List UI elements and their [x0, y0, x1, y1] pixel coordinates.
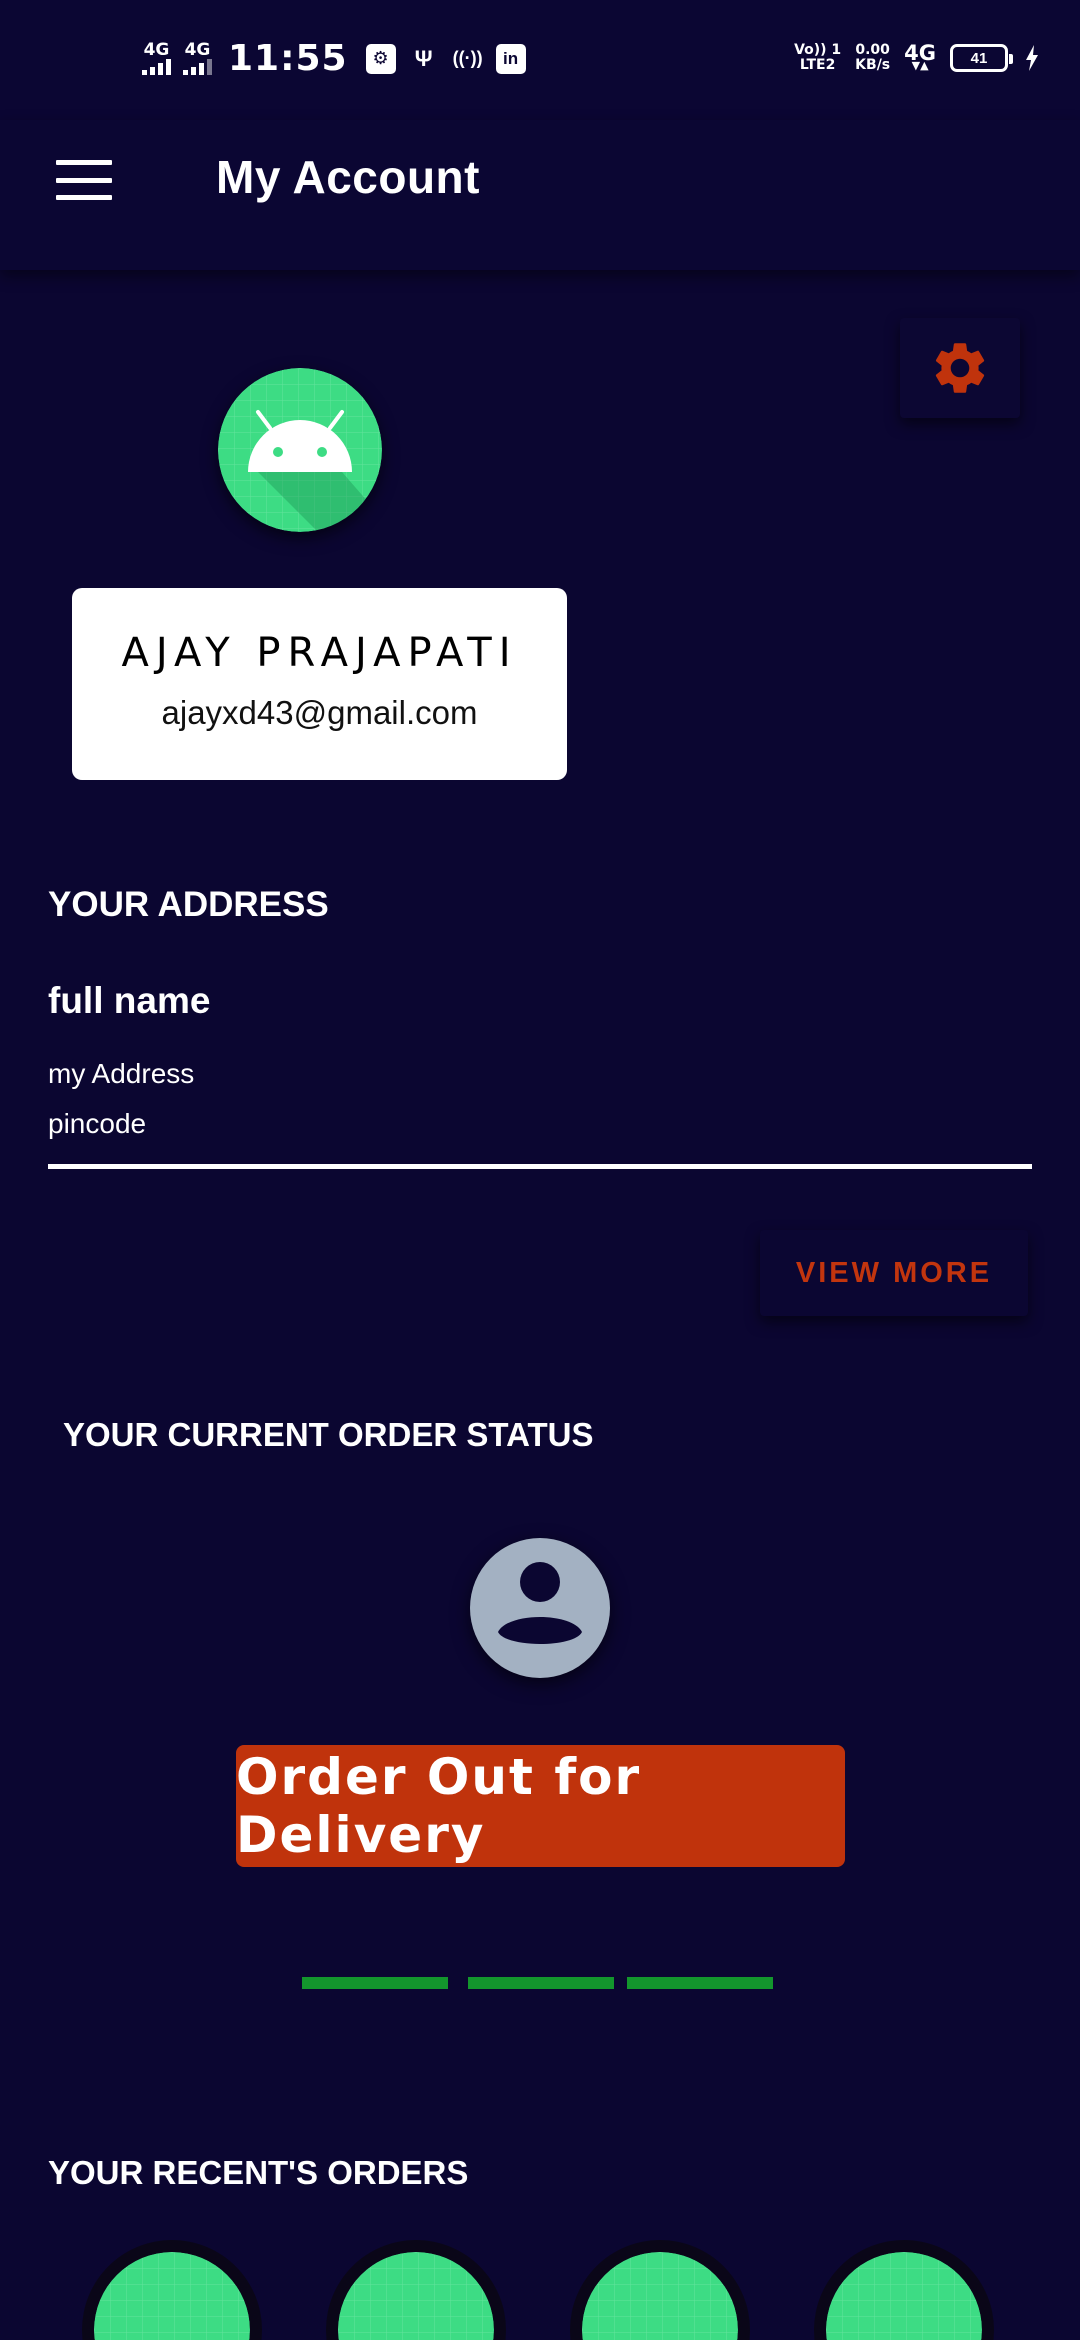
- android-product-icon: [826, 2252, 982, 2340]
- status-bar-left: 4G 4G 11:55 ⚙ Ψ ((·)) in: [142, 38, 526, 79]
- status-bar-right: Vo)) 1 LTE2 0.00 KB/s 4G ▼▲ 41: [794, 42, 1042, 74]
- hotspot-icon: ((·)): [452, 48, 483, 68]
- settings-button[interactable]: [900, 318, 1020, 418]
- charging-icon: [1022, 42, 1042, 74]
- recent-order-item[interactable]: [82, 2240, 262, 2340]
- person-icon: [474, 1542, 606, 1674]
- progress-step-3: [627, 1977, 773, 1989]
- address-line: my Address: [48, 1058, 195, 1089]
- battery-level: 41: [970, 49, 988, 67]
- progress-step-2: [468, 1977, 614, 1989]
- network-type-2: 4G: [184, 40, 211, 60]
- page-title: My Account: [216, 151, 480, 203]
- progress-step-1: [302, 1977, 448, 1989]
- android-product-icon: [338, 2252, 494, 2340]
- network-signal-1: 4G: [142, 42, 171, 75]
- volte-indicator: Vo)) 1 LTE2: [794, 42, 842, 73]
- network-type-1: 4G: [143, 40, 170, 60]
- profile-card: AJAY PRAJAPATI ajayxd43@gmail.com: [72, 588, 567, 780]
- recent-order-item[interactable]: [814, 2240, 994, 2340]
- network-type-3: 4G ▼▲: [904, 41, 936, 72]
- profile-avatar[interactable]: [218, 368, 382, 532]
- gear-icon: [935, 343, 985, 393]
- linkedin-icon: in: [495, 43, 526, 74]
- data-speed: 0.00 KB/s: [855, 42, 891, 73]
- clock: 11:55: [228, 38, 348, 79]
- profile-email: ajayxd43@gmail.com: [161, 694, 478, 731]
- recent-order-item[interactable]: [326, 2240, 506, 2340]
- address-full-name: full name: [48, 980, 211, 1021]
- android-avatar-icon: [218, 368, 382, 532]
- android-product-icon: [94, 2252, 250, 2340]
- view-more-button[interactable]: VIEW MORE: [760, 1230, 1028, 1316]
- address-section-title: YOUR ADDRESS: [48, 885, 329, 924]
- address-divider: [48, 1164, 1032, 1169]
- app-toolbar: [0, 120, 1080, 270]
- status-bar: 4G 4G 11:55 ⚙ Ψ ((·)) in Vo)) 1 LTE2 0.0…: [0, 0, 1080, 120]
- address-pincode: pincode: [48, 1108, 147, 1139]
- hamburger-menu-icon[interactable]: [56, 160, 112, 200]
- profile-name: AJAY PRAJAPATI: [121, 630, 518, 676]
- notification-app-icon: ⚙: [365, 43, 396, 74]
- android-product-icon: [582, 2252, 738, 2340]
- recent-orders-section-title: YOUR RECENT'S ORDERS: [48, 2154, 469, 2191]
- recent-order-item[interactable]: [570, 2240, 750, 2340]
- usb-icon: Ψ: [414, 45, 433, 71]
- battery-icon: 41: [950, 44, 1013, 72]
- order-status-section-title: YOUR CURRENT ORDER STATUS: [63, 1416, 594, 1453]
- network-signal-2: 4G: [183, 42, 212, 75]
- order-status-image: [470, 1538, 610, 1678]
- order-status-button[interactable]: Order Out for Delivery: [236, 1745, 845, 1867]
